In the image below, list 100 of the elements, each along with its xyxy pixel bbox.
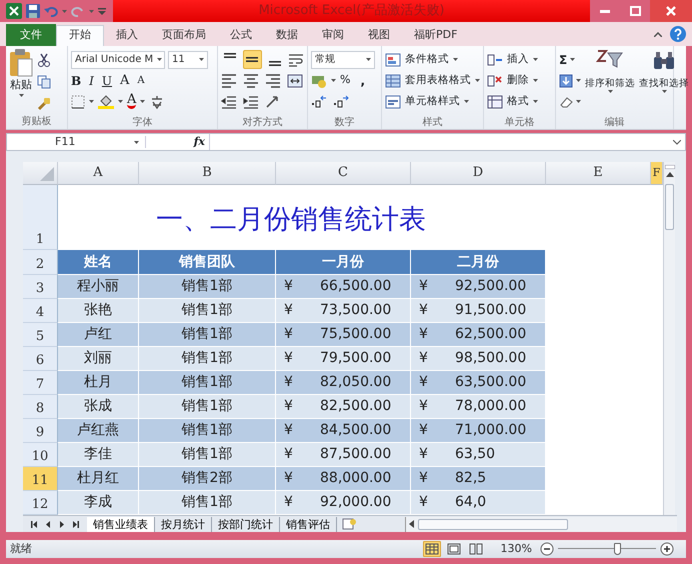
caret-icon[interactable] (89, 100, 94, 103)
ribbon-tab[interactable]: 福昕PDF (402, 26, 470, 46)
sheet-tab[interactable]: 销售业绩表 (87, 516, 155, 532)
ribbon-tab[interactable]: 审阅 (310, 26, 356, 46)
column-header[interactable]: A (58, 162, 139, 185)
minimize-icon[interactable] (600, 10, 610, 12)
expand-icon[interactable] (673, 140, 681, 144)
italic-button[interactable]: I (89, 74, 94, 88)
caret-icon[interactable] (570, 58, 576, 61)
row-header[interactable]: 5 (23, 323, 58, 347)
cells-menu-button[interactable]: 删除 (487, 72, 538, 88)
row-header[interactable]: 11 (23, 467, 58, 491)
decrease-indent-icon[interactable] (221, 94, 237, 108)
grow-font-button[interactable]: A (120, 74, 130, 88)
percent-button[interactable]: % (340, 72, 350, 89)
caret-icon[interactable] (576, 79, 581, 82)
zoom-slider[interactable] (558, 542, 656, 556)
number-format-field[interactable]: 常规 (311, 50, 375, 68)
merge-icon[interactable] (287, 74, 303, 88)
zoom-in-icon[interactable] (660, 542, 674, 556)
decrease-decimal-icon[interactable] (333, 94, 349, 108)
last-sheet-icon[interactable] (73, 520, 79, 528)
caret-icon[interactable] (157, 58, 162, 61)
caret-icon[interactable] (331, 79, 336, 82)
name-box[interactable]: F11 (7, 134, 145, 150)
normal-view-button[interactable] (422, 541, 441, 557)
new-sheet-icon[interactable] (341, 518, 357, 530)
page-break-view-button[interactable] (466, 541, 485, 557)
save-icon[interactable] (26, 4, 40, 18)
ribbon-tab[interactable]: 插入 (104, 26, 150, 46)
row-header[interactable]: 4 (23, 299, 58, 323)
paste-button[interactable]: 粘贴 (9, 49, 33, 111)
zoom-out-icon[interactable] (540, 542, 554, 556)
align-left-icon[interactable] (221, 72, 237, 88)
font-color-button[interactable]: A (127, 94, 136, 109)
font-name-field[interactable]: Arial Unicode M (71, 50, 165, 68)
row-header[interactable]: 8 (23, 395, 58, 419)
vertical-scrollbar[interactable] (663, 162, 675, 515)
next-sheet-icon[interactable] (59, 520, 65, 528)
editing-menu-button[interactable]: 排序和筛选 (585, 49, 635, 112)
styles-menu-button[interactable]: 单元格样式 (385, 94, 469, 110)
sum-button[interactable]: Σ (559, 52, 568, 66)
row-header[interactable]: 6 (23, 347, 58, 371)
row-header[interactable]: 7 (23, 371, 58, 395)
fill-down-icon[interactable] (559, 74, 573, 88)
sheet-tab[interactable]: 按部门统计 (212, 516, 280, 532)
shrink-font-button[interactable]: A (137, 74, 145, 88)
maximize-icon[interactable] (630, 6, 640, 16)
cells-menu-button[interactable]: 插入 (487, 52, 538, 68)
zoom-level[interactable]: 130% (500, 540, 532, 558)
close-icon[interactable] (666, 6, 676, 16)
ribbon-tab[interactable]: 数据 (264, 26, 310, 46)
clipboard-icon[interactable] (9, 49, 33, 77)
styles-menu-button[interactable]: 条件格式 (385, 52, 458, 68)
column-header[interactable]: E (546, 162, 651, 185)
cut-icon[interactable] (37, 53, 51, 67)
caret-icon[interactable] (18, 94, 24, 96)
ribbon-tab[interactable]: 公式 (218, 26, 264, 46)
row-header[interactable]: 3 (23, 275, 58, 299)
row-header[interactable]: 10 (23, 443, 58, 467)
scroll-thumb[interactable] (665, 184, 674, 230)
caret-icon[interactable] (118, 100, 123, 103)
comma-button[interactable]: , (360, 72, 366, 90)
format-painter-icon[interactable] (37, 97, 51, 111)
collapse-ribbon-icon[interactable] (654, 32, 662, 36)
caret-icon[interactable] (199, 58, 204, 61)
bold-button[interactable]: B (71, 74, 82, 88)
increase-decimal-icon[interactable] (311, 94, 327, 108)
sheet-tab[interactable]: 按月统计 (155, 516, 212, 532)
previous-sheet-icon[interactable] (45, 520, 51, 528)
column-header[interactable]: B (139, 162, 276, 185)
ribbon-tab[interactable]: 开始 (56, 25, 104, 46)
border-icon[interactable] (71, 94, 85, 108)
file-tab[interactable]: 文件 (6, 24, 56, 46)
copy-icon[interactable] (37, 75, 51, 89)
row-header[interactable]: 12 (23, 491, 58, 515)
column-header[interactable]: D (411, 162, 546, 185)
caret-icon[interactable] (366, 58, 371, 61)
caret-icon[interactable] (140, 100, 146, 103)
styles-menu-button[interactable]: 套用表格格式 (385, 72, 480, 88)
insert-function-button[interactable]: fx (194, 136, 205, 148)
ribbon-tab[interactable]: 视图 (356, 26, 402, 46)
underline-button[interactable]: U (102, 74, 112, 88)
wrap-text-icon[interactable] (288, 52, 304, 66)
slider-thumb[interactable] (614, 543, 621, 555)
page-layout-view-button[interactable] (444, 541, 463, 557)
align-right-icon[interactable] (265, 72, 281, 88)
align-center-icon[interactable] (243, 72, 259, 88)
cells-menu-button[interactable]: 格式 (487, 94, 538, 110)
column-header[interactable]: C (276, 162, 411, 185)
help-icon[interactable] (670, 26, 686, 42)
customize-icon[interactable] (98, 7, 106, 15)
eraser-icon[interactable] (559, 96, 573, 108)
horizontal-scrollbar[interactable] (405, 516, 677, 532)
ribbon-tab[interactable]: 页面布局 (150, 26, 218, 46)
sheet-tab[interactable]: 销售评估 (280, 516, 337, 532)
row-header[interactable]: 9 (23, 419, 58, 443)
first-sheet-icon[interactable] (31, 520, 37, 528)
row-header[interactable]: 2 (23, 250, 58, 275)
font-size-field[interactable]: 11 (168, 50, 208, 68)
